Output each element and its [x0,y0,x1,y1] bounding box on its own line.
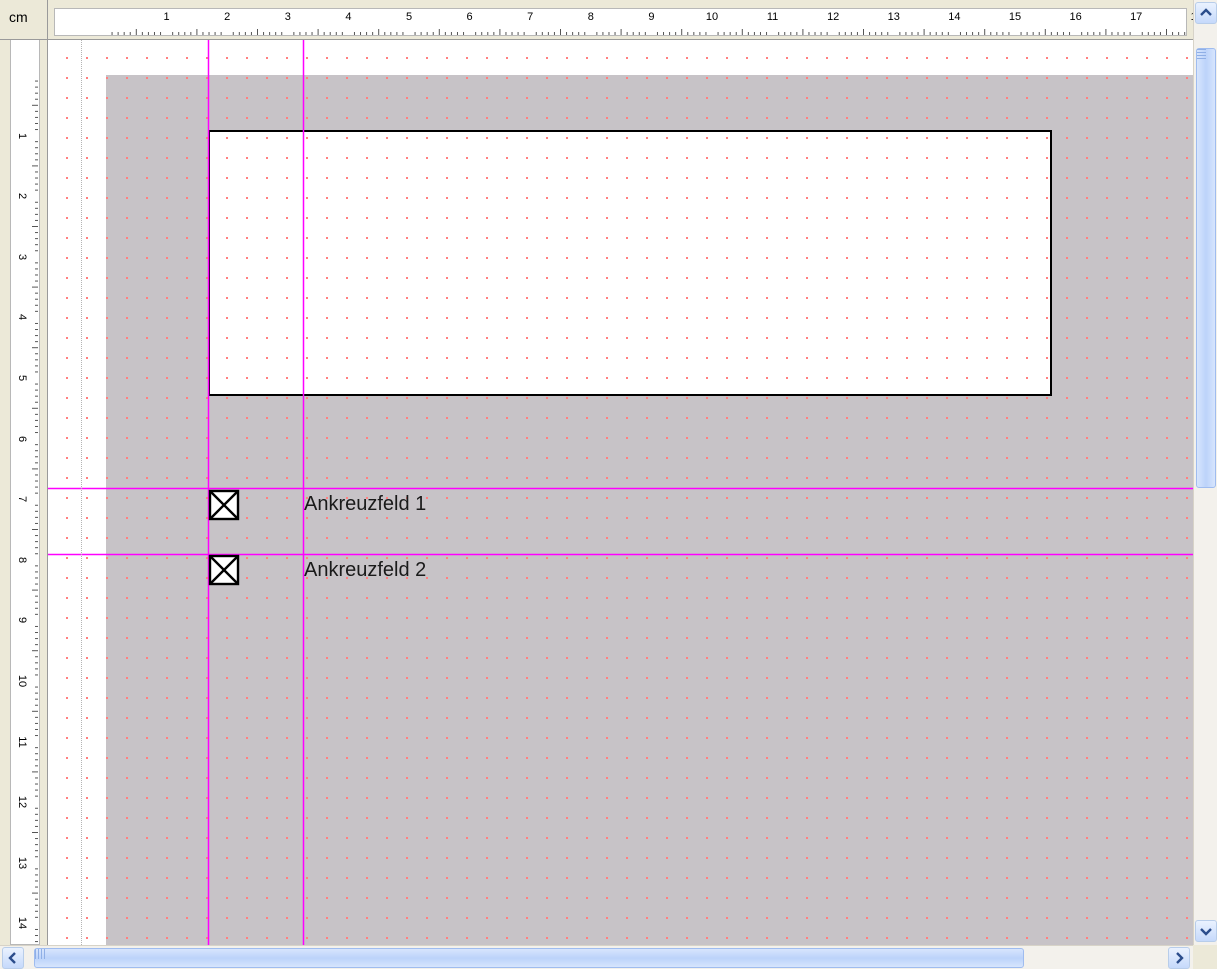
scroll-grip-icon [35,949,45,959]
ruler-label: 4 [345,11,352,23]
ruler-label: 12 [827,11,840,23]
page-margin-line [81,40,82,945]
ruler-label: 9 [648,11,655,23]
scroll-grip-icon [1197,49,1206,59]
horizontal-scroll-thumb[interactable] [34,948,1024,968]
ruler-label: 14 [16,917,28,930]
ruler-label: 14 [948,11,961,23]
horizontal-ruler: 1234567891011121314151617181 [48,0,1203,40]
ruler-label: 2 [16,193,28,200]
ruler-label: 3 [284,11,291,23]
ruler-label: 10 [16,674,28,688]
ruler-label: 13 [887,11,900,23]
ruler-label: 7 [527,11,534,23]
chevron-up-icon [1200,8,1212,16]
ruler-label: 8 [587,11,594,23]
ruler-label: 11 [16,735,28,748]
ruler-label: 11 [766,11,779,23]
scroll-right-button[interactable] [1168,947,1190,969]
scrollbar-corner [1193,945,1217,969]
ruler-label: 5 [405,11,413,23]
vertical-scrollbar[interactable] [1193,0,1217,945]
checkbox-label-2[interactable]: Ankreuzfeld 2 [304,558,426,582]
vertical-ruler: 123456789101112131415 [0,40,48,945]
chevron-down-icon [1200,928,1212,936]
ruler-label: 16 [1069,11,1082,23]
ruler-unit-label: cm [9,9,28,25]
horizontal-scrollbar[interactable] [0,945,1193,969]
ruler-label: 17 [1130,11,1143,23]
design-canvas[interactable]: Ankreuzfeld 1 Ankreuzfeld 2 [48,40,1193,945]
ruler-label: 9 [16,617,28,624]
checkbox-checked-icon[interactable] [208,489,240,521]
scroll-up-button[interactable] [1195,2,1217,24]
ruler-label: 3 [16,253,28,260]
ruler-label: 1 [163,11,170,23]
ruler-label: 2 [224,11,231,23]
ruler-label: 12 [16,796,28,809]
ruler-label: 1 [16,132,28,139]
ruler-label: 7 [16,496,28,503]
ruler-label: 6 [16,435,28,442]
checkbox-checked-icon[interactable] [208,554,240,586]
scroll-left-button[interactable] [2,947,24,969]
vertical-scroll-thumb[interactable] [1196,48,1216,488]
scroll-down-button[interactable] [1195,920,1217,942]
ruler-label: 4 [16,314,28,321]
ruler-corner: cm [0,0,48,40]
chevron-left-icon [8,952,16,964]
ruler-label: 15 [1008,11,1022,23]
ruler-label: 13 [16,856,28,869]
ruler-label: 10 [705,11,719,23]
ruler-label: 5 [16,374,28,382]
form-designer-window: cm 1234567891011121314151617181 12345678… [0,0,1217,969]
checkbox-label-1[interactable]: Ankreuzfeld 1 [304,492,426,516]
ruler-label: 8 [16,556,28,563]
chevron-right-icon [1176,952,1184,964]
ruler-label: 6 [466,11,473,23]
